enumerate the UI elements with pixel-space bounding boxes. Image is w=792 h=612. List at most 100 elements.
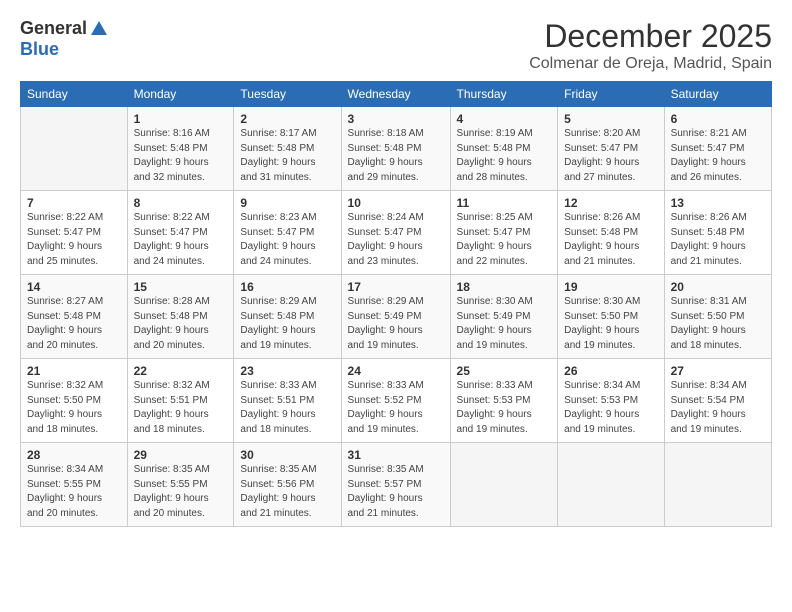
calendar-cell: 27Sunrise: 8:34 AMSunset: 5:54 PMDayligh… — [664, 359, 771, 443]
day-info: Sunrise: 8:34 AMSunset: 5:54 PMDaylight:… — [671, 379, 765, 437]
calendar-cell: 25Sunrise: 8:33 AMSunset: 5:53 PMDayligh… — [450, 359, 558, 443]
day-info: Sunrise: 8:32 AMSunset: 5:50 PMDaylight:… — [27, 379, 121, 437]
day-number: 27 — [671, 364, 765, 378]
calendar-week-row: 1Sunrise: 8:16 AMSunset: 5:48 PMDaylight… — [21, 107, 772, 191]
calendar-cell — [21, 107, 128, 191]
calendar-cell: 11Sunrise: 8:25 AMSunset: 5:47 PMDayligh… — [450, 191, 558, 275]
day-number: 9 — [240, 196, 334, 210]
calendar-cell: 6Sunrise: 8:21 AMSunset: 5:47 PMDaylight… — [664, 107, 771, 191]
calendar-cell: 17Sunrise: 8:29 AMSunset: 5:49 PMDayligh… — [341, 275, 450, 359]
day-info: Sunrise: 8:31 AMSunset: 5:50 PMDaylight:… — [671, 295, 765, 353]
calendar-cell: 16Sunrise: 8:29 AMSunset: 5:48 PMDayligh… — [234, 275, 341, 359]
calendar-cell: 30Sunrise: 8:35 AMSunset: 5:56 PMDayligh… — [234, 443, 341, 527]
day-number: 20 — [671, 280, 765, 294]
calendar-cell: 20Sunrise: 8:31 AMSunset: 5:50 PMDayligh… — [664, 275, 771, 359]
calendar-cell: 13Sunrise: 8:26 AMSunset: 5:48 PMDayligh… — [664, 191, 771, 275]
day-number: 12 — [564, 196, 657, 210]
calendar-cell: 26Sunrise: 8:34 AMSunset: 5:53 PMDayligh… — [558, 359, 664, 443]
calendar-week-row: 28Sunrise: 8:34 AMSunset: 5:55 PMDayligh… — [21, 443, 772, 527]
calendar-header-thursday: Thursday — [450, 82, 558, 107]
day-info: Sunrise: 8:35 AMSunset: 5:56 PMDaylight:… — [240, 463, 334, 521]
logo-general-text: General — [20, 18, 87, 39]
day-info: Sunrise: 8:35 AMSunset: 5:55 PMDaylight:… — [134, 463, 228, 521]
calendar-cell — [664, 443, 771, 527]
calendar-cell: 24Sunrise: 8:33 AMSunset: 5:52 PMDayligh… — [341, 359, 450, 443]
day-number: 26 — [564, 364, 657, 378]
calendar-header-saturday: Saturday — [664, 82, 771, 107]
day-number: 3 — [348, 112, 444, 126]
day-number: 16 — [240, 280, 334, 294]
calendar-cell: 29Sunrise: 8:35 AMSunset: 5:55 PMDayligh… — [127, 443, 234, 527]
calendar-header-monday: Monday — [127, 82, 234, 107]
calendar-cell — [450, 443, 558, 527]
day-number: 29 — [134, 448, 228, 462]
day-number: 25 — [457, 364, 552, 378]
calendar-week-row: 7Sunrise: 8:22 AMSunset: 5:47 PMDaylight… — [21, 191, 772, 275]
day-number: 18 — [457, 280, 552, 294]
calendar-cell: 8Sunrise: 8:22 AMSunset: 5:47 PMDaylight… — [127, 191, 234, 275]
day-number: 14 — [27, 280, 121, 294]
day-number: 28 — [27, 448, 121, 462]
day-info: Sunrise: 8:29 AMSunset: 5:49 PMDaylight:… — [348, 295, 444, 353]
day-number: 23 — [240, 364, 334, 378]
calendar-cell: 10Sunrise: 8:24 AMSunset: 5:47 PMDayligh… — [341, 191, 450, 275]
location-subtitle: Colmenar de Oreja, Madrid, Spain — [529, 55, 772, 73]
page: General Blue December 2025 Colmenar de O… — [0, 0, 792, 612]
calendar-cell: 15Sunrise: 8:28 AMSunset: 5:48 PMDayligh… — [127, 275, 234, 359]
day-info: Sunrise: 8:29 AMSunset: 5:48 PMDaylight:… — [240, 295, 334, 353]
day-number: 31 — [348, 448, 444, 462]
day-info: Sunrise: 8:33 AMSunset: 5:51 PMDaylight:… — [240, 379, 334, 437]
day-info: Sunrise: 8:22 AMSunset: 5:47 PMDaylight:… — [27, 211, 121, 269]
day-info: Sunrise: 8:34 AMSunset: 5:55 PMDaylight:… — [27, 463, 121, 521]
calendar-week-row: 14Sunrise: 8:27 AMSunset: 5:48 PMDayligh… — [21, 275, 772, 359]
day-info: Sunrise: 8:32 AMSunset: 5:51 PMDaylight:… — [134, 379, 228, 437]
calendar-cell: 22Sunrise: 8:32 AMSunset: 5:51 PMDayligh… — [127, 359, 234, 443]
day-number: 11 — [457, 196, 552, 210]
day-info: Sunrise: 8:17 AMSunset: 5:48 PMDaylight:… — [240, 127, 334, 185]
day-info: Sunrise: 8:30 AMSunset: 5:49 PMDaylight:… — [457, 295, 552, 353]
day-number: 6 — [671, 112, 765, 126]
day-info: Sunrise: 8:35 AMSunset: 5:57 PMDaylight:… — [348, 463, 444, 521]
day-number: 10 — [348, 196, 444, 210]
day-info: Sunrise: 8:33 AMSunset: 5:52 PMDaylight:… — [348, 379, 444, 437]
month-title: December 2025 — [529, 18, 772, 55]
day-info: Sunrise: 8:23 AMSunset: 5:47 PMDaylight:… — [240, 211, 334, 269]
calendar-cell: 3Sunrise: 8:18 AMSunset: 5:48 PMDaylight… — [341, 107, 450, 191]
calendar-cell: 1Sunrise: 8:16 AMSunset: 5:48 PMDaylight… — [127, 107, 234, 191]
calendar-cell: 31Sunrise: 8:35 AMSunset: 5:57 PMDayligh… — [341, 443, 450, 527]
day-info: Sunrise: 8:34 AMSunset: 5:53 PMDaylight:… — [564, 379, 657, 437]
calendar-cell: 4Sunrise: 8:19 AMSunset: 5:48 PMDaylight… — [450, 107, 558, 191]
day-number: 8 — [134, 196, 228, 210]
day-info: Sunrise: 8:28 AMSunset: 5:48 PMDaylight:… — [134, 295, 228, 353]
day-info: Sunrise: 8:27 AMSunset: 5:48 PMDaylight:… — [27, 295, 121, 353]
calendar-header-tuesday: Tuesday — [234, 82, 341, 107]
calendar-cell: 14Sunrise: 8:27 AMSunset: 5:48 PMDayligh… — [21, 275, 128, 359]
calendar-header-wednesday: Wednesday — [341, 82, 450, 107]
logo: General Blue — [20, 18, 107, 60]
calendar-cell: 28Sunrise: 8:34 AMSunset: 5:55 PMDayligh… — [21, 443, 128, 527]
day-number: 30 — [240, 448, 334, 462]
calendar-cell: 7Sunrise: 8:22 AMSunset: 5:47 PMDaylight… — [21, 191, 128, 275]
day-number: 13 — [671, 196, 765, 210]
calendar-cell: 18Sunrise: 8:30 AMSunset: 5:49 PMDayligh… — [450, 275, 558, 359]
calendar-cell: 2Sunrise: 8:17 AMSunset: 5:48 PMDaylight… — [234, 107, 341, 191]
calendar-cell: 21Sunrise: 8:32 AMSunset: 5:50 PMDayligh… — [21, 359, 128, 443]
header: General Blue December 2025 Colmenar de O… — [20, 18, 772, 73]
logo-blue-text: Blue — [20, 39, 59, 60]
day-number: 15 — [134, 280, 228, 294]
day-number: 17 — [348, 280, 444, 294]
day-info: Sunrise: 8:33 AMSunset: 5:53 PMDaylight:… — [457, 379, 552, 437]
calendar-cell: 12Sunrise: 8:26 AMSunset: 5:48 PMDayligh… — [558, 191, 664, 275]
day-info: Sunrise: 8:22 AMSunset: 5:47 PMDaylight:… — [134, 211, 228, 269]
day-number: 21 — [27, 364, 121, 378]
day-info: Sunrise: 8:24 AMSunset: 5:47 PMDaylight:… — [348, 211, 444, 269]
day-number: 22 — [134, 364, 228, 378]
calendar-week-row: 21Sunrise: 8:32 AMSunset: 5:50 PMDayligh… — [21, 359, 772, 443]
calendar-cell: 19Sunrise: 8:30 AMSunset: 5:50 PMDayligh… — [558, 275, 664, 359]
day-info: Sunrise: 8:19 AMSunset: 5:48 PMDaylight:… — [457, 127, 552, 185]
calendar-table: SundayMondayTuesdayWednesdayThursdayFrid… — [20, 81, 772, 527]
day-info: Sunrise: 8:20 AMSunset: 5:47 PMDaylight:… — [564, 127, 657, 185]
day-info: Sunrise: 8:21 AMSunset: 5:47 PMDaylight:… — [671, 127, 765, 185]
day-number: 5 — [564, 112, 657, 126]
logo-triangle-icon — [91, 21, 107, 35]
